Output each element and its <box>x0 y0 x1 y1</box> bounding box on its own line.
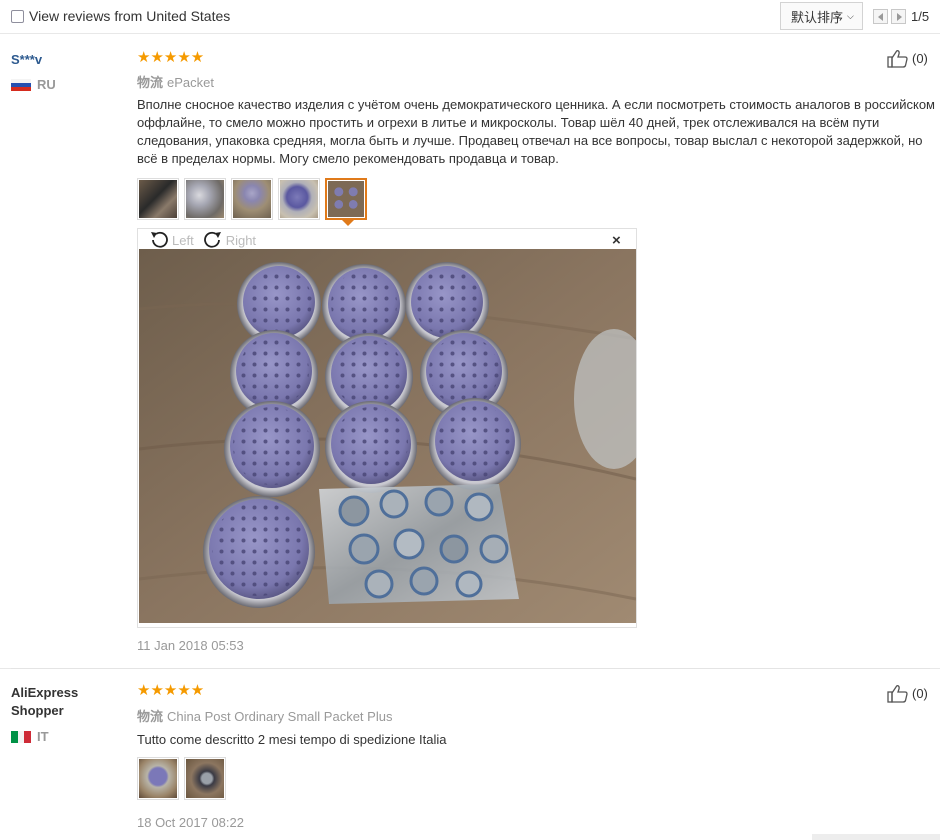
reviewer-name[interactable]: AliExpress Shopper <box>11 684 101 720</box>
star-rating: ★★★★★ <box>137 49 205 66</box>
review-item: AliExpress Shopper IT ★★★★★ 物流 China Post… <box>0 670 940 840</box>
review-photos <box>137 178 372 226</box>
next-page-button[interactable] <box>891 9 906 24</box>
sort-label: 默认排序 <box>791 9 844 25</box>
pager: 1/5 <box>873 9 929 24</box>
sort-dropdown[interactable]: 默认排序 ⌵ <box>780 2 863 30</box>
reviewer-name[interactable]: S***v <box>11 51 42 69</box>
page-indicator: 1/5 <box>911 9 930 24</box>
review-photo-thumbnail[interactable] <box>184 178 226 220</box>
reviewer-country: RU <box>11 77 56 92</box>
thumbs-up-icon <box>887 685 908 703</box>
review-photo-thumbnail[interactable] <box>137 178 179 220</box>
helpful-count: (0) <box>912 686 928 701</box>
review-item: S***v RU ★★★★★ 物流 ePacket (0) Вполне снос… <box>0 35 940 669</box>
logistics-label: 物流 <box>137 75 164 90</box>
rotate-right-button[interactable]: Right <box>202 230 256 250</box>
rotate-right-label: Right <box>225 232 257 248</box>
fittings-bags <box>319 484 519 604</box>
logistics-info: 物流 China Post Ordinary Small Packet Plus <box>137 706 392 725</box>
chevron-down-icon: ⌵ <box>847 10 854 21</box>
rotate-left-label: Left <box>172 232 194 248</box>
country-code: RU <box>37 77 56 92</box>
logistics-method: China Post Ordinary Small Packet Plus <box>167 709 393 724</box>
review-photo-thumbnail-selected[interactable] <box>325 178 367 226</box>
flag-ru-icon <box>11 78 31 91</box>
helpful-count: (0) <box>912 51 928 66</box>
review-text: Вполне сносное качество изделия с учётом… <box>137 97 935 166</box>
review-photo-large-image <box>139 249 636 623</box>
rotate-right-icon <box>203 231 221 248</box>
flag-it-icon <box>11 730 32 743</box>
rotate-left-icon <box>151 231 168 248</box>
review-photo-thumbnail[interactable] <box>184 757 226 800</box>
thumbs-up-icon <box>887 50 908 68</box>
review-photos <box>137 757 231 800</box>
close-icon[interactable]: × <box>612 232 621 249</box>
review-date: 18 Oct 2017 08:22 <box>137 815 244 830</box>
helpful-button[interactable]: (0) <box>887 49 928 68</box>
photo-viewer: Left Right × <box>137 228 637 628</box>
star-rating: ★★★★★ <box>137 682 205 699</box>
photo-viewer-toolbar: Left Right <box>148 230 264 250</box>
review-date: 11 Jan 2018 05:53 <box>137 638 244 653</box>
country-filter[interactable]: View reviews from United States <box>11 8 230 24</box>
review-photo-thumbnail[interactable] <box>231 178 273 220</box>
shower-heads-row3 <box>224 398 521 497</box>
review-photo-thumbnail[interactable] <box>137 757 179 800</box>
rotate-left-button[interactable]: Left <box>148 230 194 250</box>
review-divider <box>11 668 930 669</box>
reviewer-country: IT <box>11 729 49 744</box>
review-photo-large <box>139 249 636 623</box>
review-text: Tutto come descritto 2 mesi tempo di spe… <box>137 732 447 747</box>
country-filter-checkbox[interactable] <box>11 9 24 23</box>
country-filter-label[interactable]: View reviews from United States <box>29 8 230 24</box>
review-photo-thumbnail[interactable] <box>278 178 320 220</box>
logistics-label: 物流 <box>137 709 164 724</box>
reviews-toolbar: View reviews from United States 默认排序 ⌵ 1… <box>0 0 940 34</box>
logistics-info: 物流 ePacket <box>137 72 214 91</box>
shower-head-large <box>203 496 315 608</box>
logistics-method: ePacket <box>167 75 214 90</box>
helpful-button[interactable]: (0) <box>887 684 928 703</box>
country-code: IT <box>37 729 49 744</box>
prev-page-button[interactable] <box>873 9 888 24</box>
scroll-hint-strip <box>812 834 940 840</box>
